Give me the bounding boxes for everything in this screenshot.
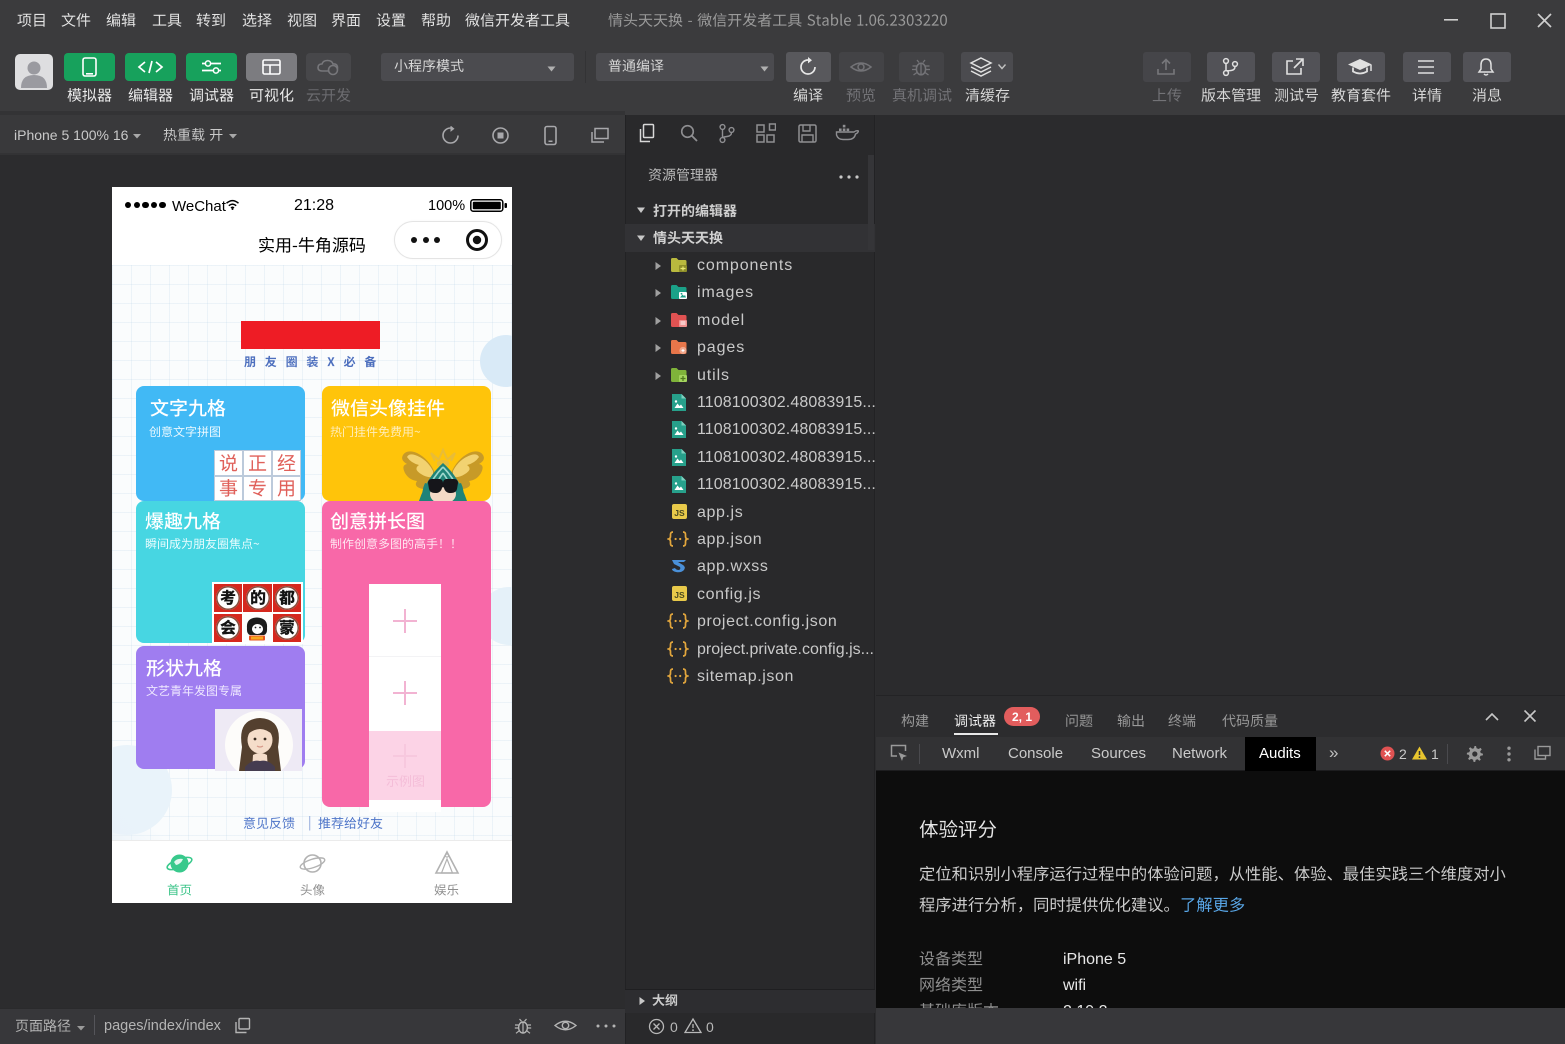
svg-text:JS: JS [674,590,685,600]
svg-text:JS: JS [674,508,685,518]
